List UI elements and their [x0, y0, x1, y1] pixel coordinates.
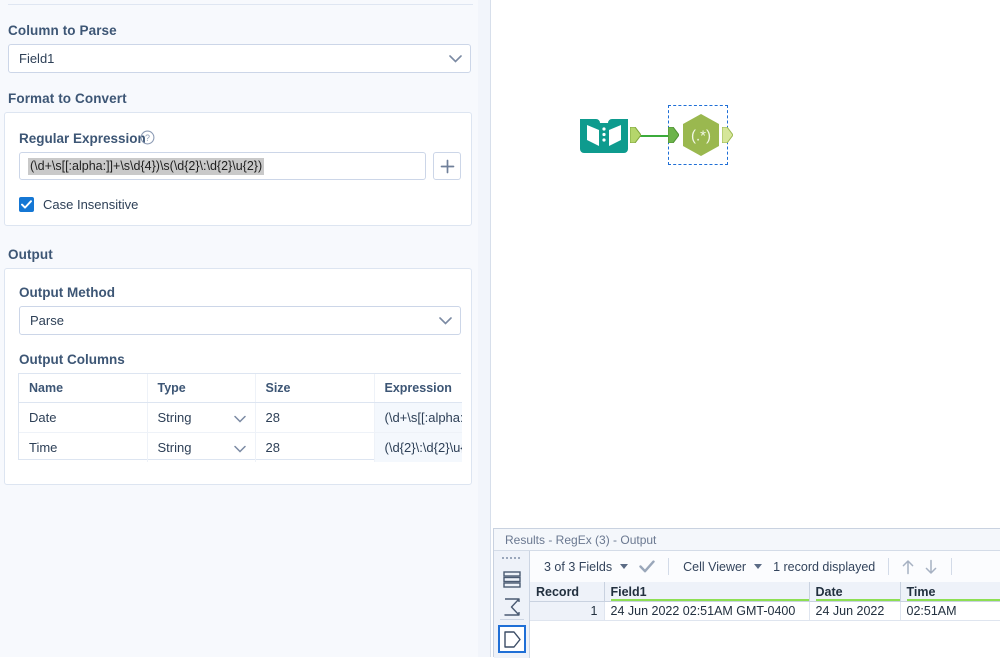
output-columns-label: Output Columns	[19, 352, 125, 367]
results-panel: Results - RegEx (3) - Output	[493, 528, 1000, 657]
output-port[interactable]	[630, 127, 641, 143]
node-regex[interactable]: (.*)	[672, 112, 728, 158]
column-to-parse-dropdown[interactable]: Field1	[8, 44, 471, 73]
cell-type-value: String	[158, 410, 192, 425]
records-icon[interactable]	[498, 565, 526, 593]
output-method-label: Output Method	[19, 285, 115, 300]
field-type-indicator	[611, 599, 809, 601]
results-rail	[494, 551, 530, 658]
panel-canvas-divider	[490, 0, 491, 657]
fields-count-label[interactable]: 3 of 3 Fields	[544, 560, 612, 574]
check-icon[interactable]	[639, 560, 655, 573]
node-regex-label: (.*)	[691, 128, 711, 145]
svg-text:?: ?	[145, 133, 150, 143]
case-insensitive-label: Case Insensitive	[43, 197, 138, 212]
toolbar-divider	[951, 558, 952, 575]
table-row[interactable]: 1 24 Jun 2022 02:51AM GMT-0400 24 Jun 20…	[530, 602, 1000, 621]
column-to-parse-value: Field1	[9, 51, 440, 66]
column-header-name: Name	[19, 374, 147, 403]
cell-field1[interactable]: 24 Jun 2022 02:51AM GMT-0400	[604, 602, 809, 621]
column-header-expression: Expression	[374, 374, 462, 403]
node-input-data[interactable]	[578, 112, 630, 158]
cell-type[interactable]: String	[147, 403, 255, 433]
arrow-down-icon[interactable]	[924, 559, 938, 575]
results-grid[interactable]: Record Field1 Date Time	[530, 582, 1000, 658]
output-port[interactable]	[722, 127, 733, 143]
results-panel-title-bar: Results - RegEx (3) - Output	[494, 529, 1000, 551]
arrow-up-icon[interactable]	[901, 559, 915, 575]
config-panel-scrollbar[interactable]	[478, 0, 490, 657]
cell-name[interactable]: Time	[19, 433, 147, 463]
grid-header-field1[interactable]: Field1	[604, 582, 809, 602]
results-toolbar: 3 of 3 Fields Cell Viewer 1 record displ…	[530, 551, 1000, 582]
regex-input[interactable]: (\d+\s[[:alpha:]]+\s\d{4})\s(\d{2}\:\d{2…	[19, 152, 426, 180]
table-row[interactable]: Date String 28 (\d+\s[[:alpha:...	[19, 403, 462, 433]
add-regex-button[interactable]	[433, 152, 461, 180]
toolbar-divider	[668, 558, 669, 575]
column-to-parse-label: Column to Parse	[8, 23, 117, 38]
results-panel-title: Results - RegEx (3) - Output	[505, 533, 656, 547]
output-label: Output	[8, 247, 53, 262]
field-type-indicator	[816, 599, 900, 601]
table-row[interactable]: Time String 28 (\d{2}\:\d{2}\u{...	[19, 433, 462, 463]
cell-viewer-label[interactable]: Cell Viewer	[683, 560, 746, 574]
toolbar-divider	[888, 558, 889, 575]
grid-header-date[interactable]: Date	[809, 582, 900, 602]
format-to-convert-label: Format to Convert	[8, 91, 127, 106]
app-root: Column to Parse Field1 Format to Convert…	[0, 0, 1000, 657]
chevron-down-icon	[440, 55, 470, 63]
cell-record: 1	[530, 602, 604, 621]
chevron-down-icon[interactable]	[234, 440, 246, 455]
output-method-value: Parse	[20, 313, 430, 328]
help-icon[interactable]: ?	[140, 130, 155, 145]
cell-expression: (\d+\s[[:alpha:...	[374, 403, 462, 433]
rail-grip-handle[interactable]	[502, 557, 522, 561]
case-insensitive-row[interactable]: Case Insensitive	[19, 197, 138, 212]
cell-date[interactable]: 24 Jun 2022	[809, 602, 900, 621]
cell-expression: (\d{2}\:\d{2}\u{...	[374, 433, 462, 463]
case-insensitive-checkbox[interactable]	[19, 197, 34, 212]
panel-top-divider	[8, 4, 473, 5]
grid-header-row: Record Field1 Date Time	[530, 582, 1000, 602]
chevron-down-icon[interactable]	[234, 410, 246, 425]
cell-type-value: String	[158, 440, 192, 455]
output-method-dropdown[interactable]: Parse	[19, 306, 461, 335]
table-header-row: Name Type Size Expression	[19, 374, 462, 403]
cell-size[interactable]: 28	[255, 433, 374, 463]
output-columns-table: Name Type Size Expression Date String	[18, 373, 461, 460]
cell-size[interactable]: 28	[255, 403, 374, 433]
cell-time[interactable]: 02:51AM	[900, 602, 1000, 621]
record-count-label: 1 record displayed	[773, 560, 875, 574]
chevron-down-icon	[430, 317, 460, 325]
tool-configuration-panel: Column to Parse Field1 Format to Convert…	[0, 0, 490, 657]
field-type-indicator	[907, 599, 1000, 601]
rail-divider	[500, 619, 524, 620]
regular-expression-label: Regular Expression	[19, 131, 146, 146]
cell-viewer-dropdown-caret-icon[interactable]	[754, 564, 762, 569]
summary-sigma-icon[interactable]	[498, 593, 526, 621]
cell-name[interactable]: Date	[19, 403, 147, 433]
grid-header-record[interactable]: Record	[530, 582, 604, 602]
column-header-type: Type	[147, 374, 255, 403]
column-header-size: Size	[255, 374, 374, 403]
regex-input-value: (\d+\s[[:alpha:]]+\s\d{4})\s(\d{2}\:\d{2…	[28, 158, 264, 175]
fields-dropdown-caret-icon[interactable]	[620, 564, 628, 569]
data-shape-icon[interactable]	[498, 625, 526, 653]
grid-header-time[interactable]: Time	[900, 582, 1000, 602]
cell-type[interactable]: String	[147, 433, 255, 463]
